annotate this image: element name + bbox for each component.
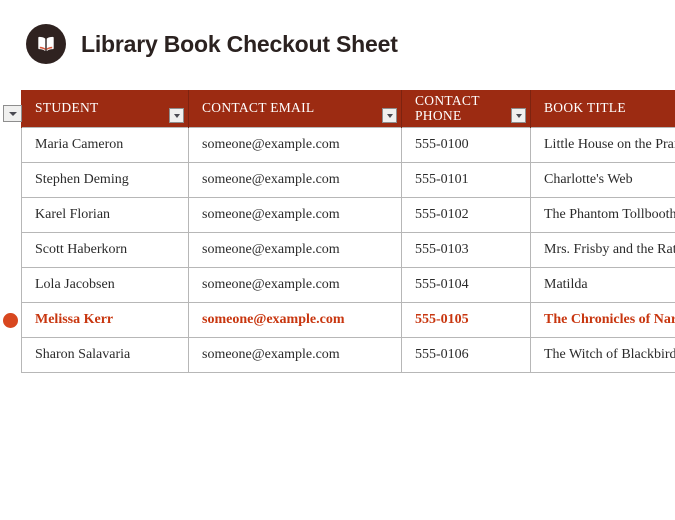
cell-book[interactable]: Matilda	[530, 267, 675, 304]
cell-email[interactable]: someone@example.com	[188, 197, 402, 234]
table-row[interactable]: Lola Jacobsen someone@example.com 555-0104…	[21, 267, 675, 304]
cell-email[interactable]: someone@example.com	[188, 127, 402, 164]
table-header-row: STUDENT CONTACT EMAIL CONTACT PHONE BOOK…	[21, 90, 675, 128]
column-header-student-label: STUDENT	[35, 100, 99, 116]
cell-book[interactable]: Mrs. Frisby and the Rats of NIMH	[530, 232, 675, 269]
cell-phone[interactable]: 555-0106	[401, 337, 531, 374]
cell-email[interactable]: someone@example.com	[188, 337, 402, 374]
cell-student[interactable]: Maria Cameron	[21, 127, 189, 164]
column-header-student: STUDENT	[21, 90, 189, 128]
column-header-email: CONTACT EMAIL	[188, 90, 402, 128]
cell-student[interactable]: Karel Florian	[21, 197, 189, 234]
cell-email[interactable]: someone@example.com	[188, 162, 402, 199]
cell-phone[interactable]: 555-0105	[401, 302, 531, 339]
cell-book[interactable]: The Phantom Tollbooth	[530, 197, 675, 234]
filter-button-email[interactable]	[382, 108, 397, 124]
cell-student[interactable]: Lola Jacobsen	[21, 267, 189, 304]
cell-book[interactable]: Charlotte's Web	[530, 162, 675, 199]
cell-student[interactable]: Scott Haberkorn	[21, 232, 189, 269]
cell-email[interactable]: someone@example.com	[188, 232, 402, 269]
chevron-down-icon	[8, 111, 17, 116]
page-title: Library Book Checkout Sheet	[81, 30, 398, 57]
cell-phone[interactable]: 555-0103	[401, 232, 531, 269]
row-filter-button[interactable]	[3, 105, 22, 122]
cell-email[interactable]: someone@example.com	[188, 267, 402, 304]
cell-phone[interactable]: 555-0104	[401, 267, 531, 304]
filter-button-student[interactable]	[169, 108, 184, 124]
chevron-down-icon	[386, 113, 393, 118]
cell-email[interactable]: someone@example.com	[188, 302, 402, 339]
checkout-table: STUDENT CONTACT EMAIL CONTACT PHONE BOOK…	[21, 90, 675, 374]
table-row[interactable]: Melissa Kerr someone@example.com 555-0105 T…	[21, 302, 675, 339]
column-header-email-label: CONTACT EMAIL	[202, 100, 315, 116]
chevron-down-icon	[515, 113, 522, 118]
table-row[interactable]: Stephen Deming someone@example.com 555-010…	[21, 162, 675, 199]
column-header-phone: CONTACT PHONE	[401, 90, 531, 128]
cell-book[interactable]: The Witch of Blackbird Pond	[530, 337, 675, 374]
table-row[interactable]: Maria Cameron someone@example.com 555-0100…	[21, 127, 675, 164]
table-row[interactable]: Scott Haberkorn someone@example.com 555-01…	[21, 232, 675, 269]
column-header-book-label: BOOK TITLE	[544, 100, 626, 116]
cell-book[interactable]: The Chronicles of Narnia	[530, 302, 675, 339]
document-header: Library Book Checkout Sheet	[0, 22, 398, 66]
flagged-row-marker	[3, 312, 18, 328]
cell-book[interactable]: Little House on the Prairie	[530, 127, 675, 164]
cell-phone[interactable]: 555-0102	[401, 197, 531, 234]
filter-button-phone[interactable]	[511, 108, 526, 124]
chevron-down-icon	[173, 113, 180, 118]
cell-student[interactable]: Sharon Salavaria	[21, 337, 189, 374]
column-header-book: BOOK TITLE	[530, 90, 675, 128]
cell-phone[interactable]: 555-0100	[401, 127, 531, 164]
cell-phone[interactable]: 555-0101	[401, 162, 531, 199]
cell-student[interactable]: Stephen Deming	[21, 162, 189, 199]
cell-student[interactable]: Melissa Kerr	[21, 302, 189, 339]
table-row[interactable]: Sharon Salavaria someone@example.com 555-0…	[21, 337, 675, 374]
open-book-icon	[26, 24, 66, 64]
table-row[interactable]: Karel Florian someone@example.com 555-0102…	[21, 197, 675, 234]
